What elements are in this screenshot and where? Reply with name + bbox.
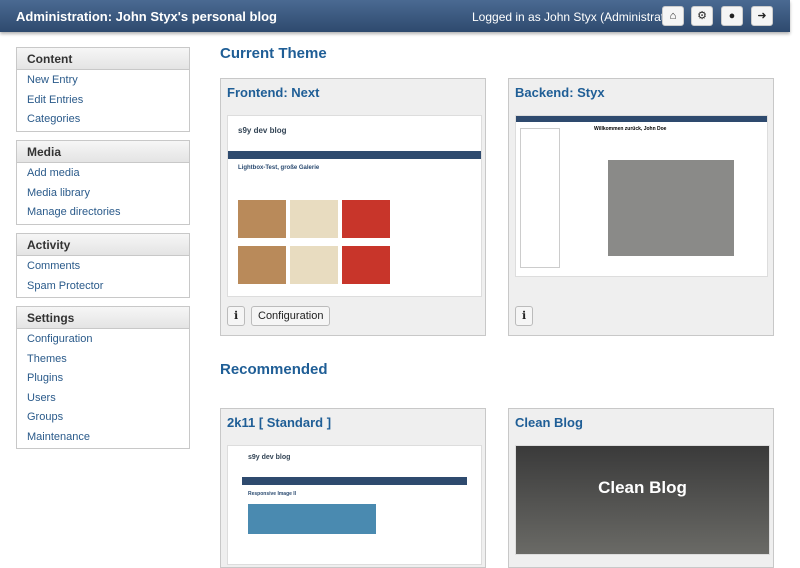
card-title: Clean Blog bbox=[515, 415, 583, 430]
sidebar-item-themes[interactable]: Themes bbox=[17, 350, 189, 370]
settings-button[interactable]: ⚙ bbox=[691, 6, 713, 26]
section-heading: Settings bbox=[17, 307, 189, 329]
recommended-theme-card: Clean Blog Clean Blog bbox=[508, 408, 774, 568]
sidebar-item-edit-entries[interactable]: Edit Entries bbox=[17, 91, 189, 111]
globe-button[interactable]: ● bbox=[721, 6, 743, 26]
sidebar-item-spam-protector[interactable]: Spam Protector bbox=[17, 277, 189, 297]
recommended-heading: Recommended bbox=[220, 361, 328, 378]
card-title: Backend: Styx bbox=[515, 85, 605, 100]
home-button[interactable]: ⌂ bbox=[662, 6, 684, 26]
sidebar-item-groups[interactable]: Groups bbox=[17, 408, 189, 428]
card-title: 2k11 [ Standard ] bbox=[227, 415, 332, 430]
frontend-theme-card: Frontend: Next s9y dev blog Lightbox-Tes… bbox=[220, 78, 486, 336]
section-heading: Activity bbox=[17, 234, 189, 256]
sidebar-section-content: Content New Entry Edit Entries Categories bbox=[16, 47, 190, 132]
globe-icon: ● bbox=[728, 10, 736, 22]
blog-title: s9y dev blog bbox=[238, 126, 287, 135]
card-title: Frontend: Next bbox=[227, 85, 320, 100]
home-icon: ⌂ bbox=[669, 10, 677, 22]
post-title: Lightbox-Test, große Galerie bbox=[238, 165, 320, 171]
sidebar-item-add-media[interactable]: Add media bbox=[17, 164, 189, 184]
info-icon: ℹ bbox=[234, 310, 239, 322]
sidebar-item-configuration[interactable]: Configuration bbox=[17, 330, 189, 350]
top-bar: Administration: John Styx's personal blo… bbox=[0, 0, 790, 32]
sidebar-section-activity: Activity Comments Spam Protector bbox=[16, 233, 190, 298]
backend-theme-card: Backend: Styx Willkommen zurück, John Do… bbox=[508, 78, 774, 336]
theme-screenshot: s9y dev blog Responsive Image II bbox=[227, 445, 482, 565]
info-icon: ℹ bbox=[522, 310, 527, 322]
logout-icon: ➜ bbox=[757, 10, 767, 22]
post-title: Responsive Image II bbox=[248, 491, 297, 497]
sidebar-item-new-entry[interactable]: New Entry bbox=[17, 71, 189, 91]
settings-icon: ⚙ bbox=[697, 10, 707, 22]
sidebar-item-users[interactable]: Users bbox=[17, 389, 189, 409]
theme-screenshot: s9y dev blog Lightbox-Test, große Galeri… bbox=[227, 115, 482, 297]
sidebar-section-settings: Settings Configuration Themes Plugins Users… bbox=[16, 306, 190, 449]
info-button[interactable]: ℹ bbox=[515, 306, 534, 326]
sidebar-item-maintenance[interactable]: Maintenance bbox=[17, 428, 189, 448]
info-button[interactable]: ℹ bbox=[227, 306, 246, 326]
current-theme-heading: Current Theme bbox=[220, 45, 327, 62]
sidebar-item-plugins[interactable]: Plugins bbox=[17, 369, 189, 389]
sidebar-item-manage-directories[interactable]: Manage directories bbox=[17, 203, 189, 223]
admin-title: Administration: John Styx's personal blo… bbox=[16, 9, 277, 24]
logged-in-text: Logged in as John Styx (Administrator) bbox=[472, 10, 679, 24]
sidebar-item-categories[interactable]: Categories bbox=[17, 110, 189, 130]
section-heading: Content bbox=[17, 48, 189, 70]
configuration-button[interactable]: Configuration bbox=[251, 306, 331, 326]
recommended-theme-card: 2k11 [ Standard ] s9y dev blog Responsiv… bbox=[220, 408, 486, 568]
section-heading: Media bbox=[17, 141, 189, 163]
sidebar-item-media-library[interactable]: Media library bbox=[17, 184, 189, 204]
blog-title: s9y dev blog bbox=[248, 454, 291, 461]
hero-title: Clean Blog bbox=[598, 478, 687, 497]
theme-screenshot: Clean Blog bbox=[515, 445, 770, 555]
sidebar-item-comments[interactable]: Comments bbox=[17, 257, 189, 277]
theme-screenshot: Willkommen zurück, John Doe bbox=[515, 115, 768, 277]
sidebar-section-media: Media Add media Media library Manage direc… bbox=[16, 140, 190, 225]
logout-button[interactable]: ➜ bbox=[751, 6, 773, 26]
welcome-text: Willkommen zurück, John Doe bbox=[594, 126, 667, 132]
